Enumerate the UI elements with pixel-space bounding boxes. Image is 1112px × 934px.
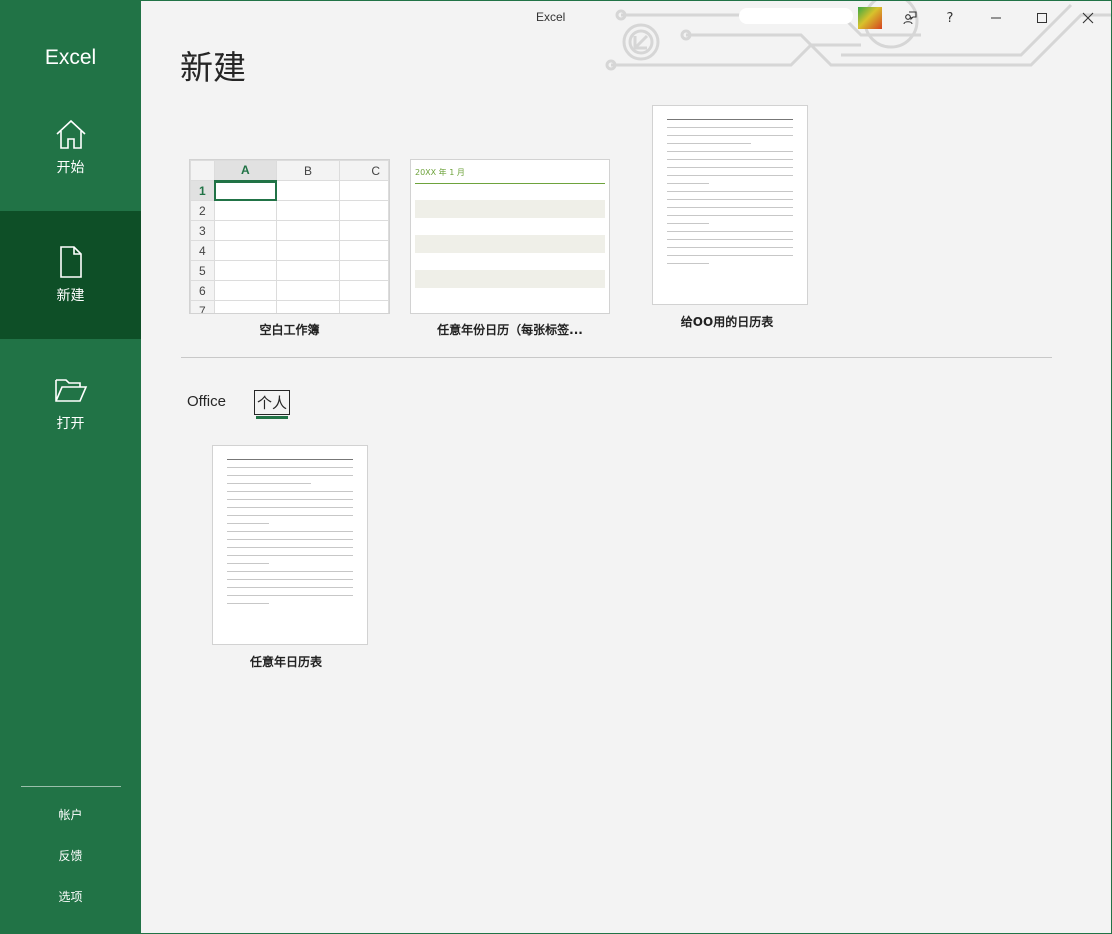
close-icon <box>1082 12 1094 24</box>
feedback-person-icon <box>903 11 917 25</box>
nav-open-label: 打开 <box>56 416 85 432</box>
row-header: 3 <box>190 220 215 241</box>
template-label: 给OO用的日历表 <box>680 315 774 329</box>
minimize-icon <box>991 17 1001 19</box>
calendar-rule <box>415 183 605 184</box>
column-header: A <box>213 160 278 182</box>
grid-cell <box>213 280 278 301</box>
grid-cell <box>338 180 389 201</box>
grid-cell <box>213 200 278 221</box>
grid-cell <box>276 300 340 313</box>
grid-cell <box>338 240 389 261</box>
close-button[interactable] <box>1073 5 1103 31</box>
feedback-person-button[interactable] <box>895 5 925 31</box>
tab-active-indicator <box>256 416 288 419</box>
row-header: 5 <box>190 260 215 281</box>
row-header: 6 <box>190 280 215 301</box>
tab-personal[interactable]: 个人 <box>254 390 291 415</box>
app-name: Excel <box>44 46 97 69</box>
help-button[interactable]: ? <box>935 5 965 31</box>
grid-cell <box>338 200 389 221</box>
calendar-band <box>415 200 605 218</box>
document-thumbnail <box>652 105 808 305</box>
grid-cell <box>276 220 340 241</box>
blank-workbook-thumbnail: A B C 1 2 3 4 5 6 7 <box>189 159 390 314</box>
row-header: 2 <box>190 200 215 221</box>
avatar[interactable] <box>858 7 882 29</box>
grid-cell <box>276 180 340 201</box>
document-lines <box>227 459 353 604</box>
grid-cell <box>276 260 340 281</box>
section-divider <box>181 357 1052 358</box>
template-any-year-calendar[interactable]: 任意年日历表 <box>212 445 368 671</box>
user-name-field[interactable] <box>739 8 853 24</box>
nav-home-label: 开始 <box>56 160 85 176</box>
feedback-link[interactable]: 反馈 <box>0 847 141 864</box>
grid-cell <box>213 240 278 261</box>
grid-cell <box>276 200 340 221</box>
document-lines <box>667 119 793 264</box>
backstage-sidebar: Excel 开始 新建 打开 帐户 反馈 选项 <box>0 0 141 934</box>
row-header: 1 <box>190 180 215 201</box>
tab-office[interactable]: Office <box>187 393 226 410</box>
sidebar-divider <box>21 786 121 787</box>
minimize-button[interactable] <box>981 5 1011 31</box>
grid-cell <box>338 260 389 281</box>
nav-open[interactable]: 打开 <box>0 339 141 467</box>
grid-cell <box>276 240 340 261</box>
blank-grid: A B C 1 2 3 4 5 6 7 <box>190 160 389 313</box>
maximize-icon <box>1037 13 1047 23</box>
options-link[interactable]: 选项 <box>0 888 141 905</box>
template-label: 任意年份日历（每张标签... <box>437 323 583 337</box>
page-title: 新建 <box>180 48 246 87</box>
template-oo-calendar[interactable]: 给OO用的日历表 <box>652 105 808 331</box>
grid-corner <box>190 160 215 181</box>
document-thumbnail <box>212 445 368 645</box>
column-header: C <box>338 160 389 181</box>
template-label: 空白工作簿 <box>259 323 320 337</box>
grid-cell <box>338 300 389 313</box>
row-header: 4 <box>190 240 215 261</box>
template-blank-workbook[interactable]: A B C 1 2 3 4 5 6 7 空白工作簿 <box>189 159 391 341</box>
nav-new-label: 新建 <box>56 288 85 304</box>
column-header: B <box>276 160 340 181</box>
maximize-button[interactable] <box>1027 5 1057 31</box>
template-calendar[interactable]: 20XX 年 1 月 任意年份日历（每张标签... <box>410 159 610 341</box>
grid-cell <box>338 280 389 301</box>
grid-cell <box>276 280 340 301</box>
grid-cell <box>338 220 389 241</box>
nav-new[interactable]: 新建 <box>0 211 141 339</box>
help-icon: ? <box>946 10 954 26</box>
open-folder-icon <box>54 379 87 402</box>
calendar-heading: 20XX 年 1 月 <box>415 168 465 177</box>
template-label: 任意年日历表 <box>249 655 322 669</box>
grid-cell <box>213 300 278 313</box>
grid-cell-selected <box>213 180 278 201</box>
calendar-band <box>415 270 605 288</box>
account-link[interactable]: 帐户 <box>0 806 141 823</box>
main-panel: Excel ? 新建 A B C 1 2 3 4 5 6 7 空白工作簿 20X… <box>141 1 1111 933</box>
row-header: 7 <box>190 300 215 313</box>
grid-cell <box>213 220 278 241</box>
home-icon <box>55 119 86 149</box>
calendar-band <box>415 235 605 253</box>
new-document-icon <box>59 246 82 278</box>
nav-home[interactable]: 开始 <box>0 83 141 211</box>
grid-cell <box>213 260 278 281</box>
window-title: Excel <box>536 10 566 24</box>
calendar-thumbnail: 20XX 年 1 月 <box>410 159 610 314</box>
